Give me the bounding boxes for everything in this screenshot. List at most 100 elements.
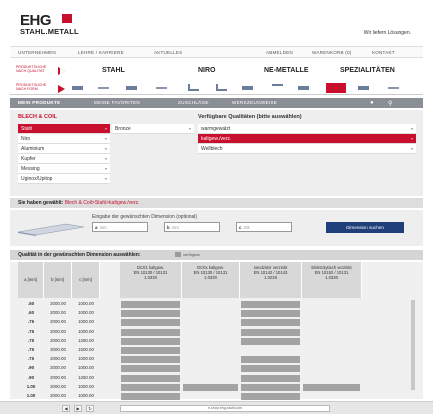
tab-spezialitaeten[interactable]: SPEZIALITÄTEN (340, 67, 395, 74)
table-row[interactable]: .90 2000.00 1250.00 (10, 374, 370, 383)
availability-cell[interactable] (121, 328, 180, 336)
dimension-input-c[interactable]: c: Stk (236, 222, 292, 232)
tab-ne-metalle[interactable]: NE-METALLE (264, 67, 309, 74)
availability-cell[interactable] (241, 337, 300, 345)
dimension-input-a[interactable]: a: mm (92, 222, 148, 232)
nav-aktuelles[interactable]: AKTUELLES (154, 50, 182, 55)
table-row[interactable]: .90 2000.00 1000.00 (10, 364, 370, 373)
flat-bar-icon[interactable] (98, 87, 109, 89)
nav-kontakt[interactable]: KONTAKT (372, 50, 395, 55)
round-bar-icon[interactable] (72, 86, 83, 90)
nav-abmelden[interactable]: ABMELDEN (266, 50, 293, 55)
list-item-niro[interactable]: Niro» (18, 134, 110, 144)
table-row[interactable]: .75 2000.00 1000.00 (10, 355, 370, 364)
reload-icon[interactable]: ↻ (86, 405, 94, 412)
list-item-warmgewalzt[interactable]: warmgewalzt» (198, 124, 416, 134)
availability-cell[interactable] (121, 337, 180, 345)
availability-cell[interactable] (241, 374, 300, 382)
tube-icon[interactable] (242, 86, 253, 90)
list-item-stahl[interactable]: Stahl» (18, 124, 110, 134)
list-item-kaltgew-verz[interactable]: kaltgew./verz.» (198, 134, 416, 144)
availability-cell[interactable] (241, 328, 300, 336)
user-icon[interactable]: ● (370, 100, 374, 106)
availability-cell[interactable] (121, 310, 180, 318)
list-item-wellblech[interactable]: Wellblech» (198, 144, 416, 154)
dimension-label: Eingabe der gewünschten Dimension (optio… (92, 214, 198, 220)
selection-summary: Sie haben gewählt: Blech & Coil>Stahl>ka… (10, 198, 423, 208)
forward-icon[interactable]: ▶ (74, 405, 82, 412)
square-bar-icon[interactable] (126, 86, 137, 90)
qualities-title: Verfügbare Qualitäten (bitte auswählen) (198, 114, 302, 120)
availability-cell[interactable] (303, 383, 360, 391)
tab-stahl[interactable]: STAHL (102, 67, 125, 74)
table-row[interactable]: .75 2000.00 1250.00 (10, 337, 370, 346)
angle-profile-icon[interactable] (188, 84, 199, 91)
product-list: Stahl» Niro» Aluminium» Kupfer» Messing»… (18, 124, 110, 184)
sheet-icon-selected[interactable] (326, 83, 346, 93)
availability-cell[interactable] (241, 310, 300, 318)
rod-icon[interactable] (298, 86, 309, 90)
availability-cell[interactable] (241, 319, 300, 327)
t-profile-icon[interactable] (272, 84, 283, 91)
list-item-messing[interactable]: Messing» (18, 164, 110, 174)
chevron-right-icon: » (104, 146, 107, 151)
availability-cell[interactable] (241, 301, 300, 308)
tab-niro[interactable]: NIRO (198, 67, 216, 74)
table-cell-b: 2000.00 (50, 319, 66, 325)
channel-profile-icon[interactable] (216, 84, 227, 91)
availability-cell[interactable] (121, 319, 180, 327)
nav-warenkorb[interactable]: WARENKORB (0) (312, 50, 351, 55)
table-cell-b: 2000.00 (50, 356, 66, 362)
availability-cell[interactable] (121, 301, 180, 308)
list-item-kupfer[interactable]: Kupfer» (18, 154, 110, 164)
availability-cell[interactable] (241, 383, 300, 391)
search-icon[interactable]: ⚲ (388, 100, 393, 107)
dimension-input-b[interactable]: b: mm (164, 222, 220, 232)
legend-swatch (175, 252, 181, 257)
list-item-bronze[interactable]: Bronze» (112, 124, 194, 134)
header: EHG STAHL.METALL Wir liefern Lösungen. (10, 0, 423, 42)
table-cell-c: 1000.00 (78, 393, 94, 398)
availability-cell[interactable] (241, 356, 300, 364)
table-row[interactable]: .75 3000.00 1500.00 (10, 346, 370, 355)
chevron-right-icon: » (410, 126, 413, 131)
plate-icon[interactable] (388, 87, 399, 89)
nav-unternehmen[interactable]: UNTERNEHMEN (18, 50, 56, 55)
table-row[interactable]: .50 2000.00 1000.00 (10, 300, 370, 309)
list-item-aluminium[interactable]: Aluminium» (18, 144, 110, 154)
table-row[interactable]: .75 2000.00 1000.00 (10, 318, 370, 327)
back-icon[interactable]: ◀ (62, 405, 70, 412)
tab-werkzeugweise[interactable]: WERKZEUGWEISE (232, 100, 277, 105)
table-row[interactable]: .75 2000.00 1000.00 (10, 328, 370, 337)
tab-zuschlaege[interactable]: ZUSCHLÄGE (178, 100, 209, 105)
tab-meine-favoriten[interactable]: MEINE FAVORITEN (94, 100, 140, 105)
table-scrollbar[interactable] (411, 300, 415, 390)
table-cell-b: 2000.00 (50, 328, 66, 334)
dimension-search-button[interactable]: Dimension suchen (326, 222, 404, 233)
tab-mein-produkte[interactable]: MEIN PRODUKTE (18, 100, 60, 105)
category-label-quality: PRODUKTSUCHE NACH QUALITÄT (16, 65, 47, 73)
nav-lehre[interactable]: LEHRE / KARRIERE (78, 50, 124, 55)
column-header-elektrolytisch: Elektrolytisch verzinkt EN 10152 / 10131… (302, 262, 362, 298)
address-bar[interactable]: e-shop.ehg-stahl.com (120, 405, 330, 412)
availability-cell[interactable] (121, 347, 180, 354)
column-header-b: b [mm] (44, 262, 72, 298)
availability-cell[interactable] (121, 365, 180, 373)
table-row[interactable]: 1.00 2000.00 1000.00 (10, 383, 370, 392)
availability-cell[interactable] (241, 393, 300, 400)
table-cell-c: 1000.00 (78, 383, 94, 389)
availability-cell[interactable] (121, 356, 180, 364)
strip-icon[interactable] (156, 87, 167, 89)
list-item-uginox[interactable]: Uginox/Upitop» (18, 174, 110, 184)
availability-cell[interactable] (121, 374, 180, 382)
table-row[interactable]: .60 2000.00 1000.00 (10, 309, 370, 318)
pipe-icon[interactable] (358, 86, 369, 90)
availability-cell[interactable] (183, 383, 238, 391)
availability-cell[interactable] (121, 383, 180, 391)
availability-cell[interactable] (121, 393, 180, 400)
legend-label: verfügbar (183, 252, 200, 257)
availability-cell[interactable] (241, 365, 300, 373)
table-row[interactable]: 1.00 2000.00 1000.00 (10, 392, 370, 401)
chevron-right-icon: » (410, 136, 413, 141)
play-triangle-inner-icon (60, 68, 65, 74)
